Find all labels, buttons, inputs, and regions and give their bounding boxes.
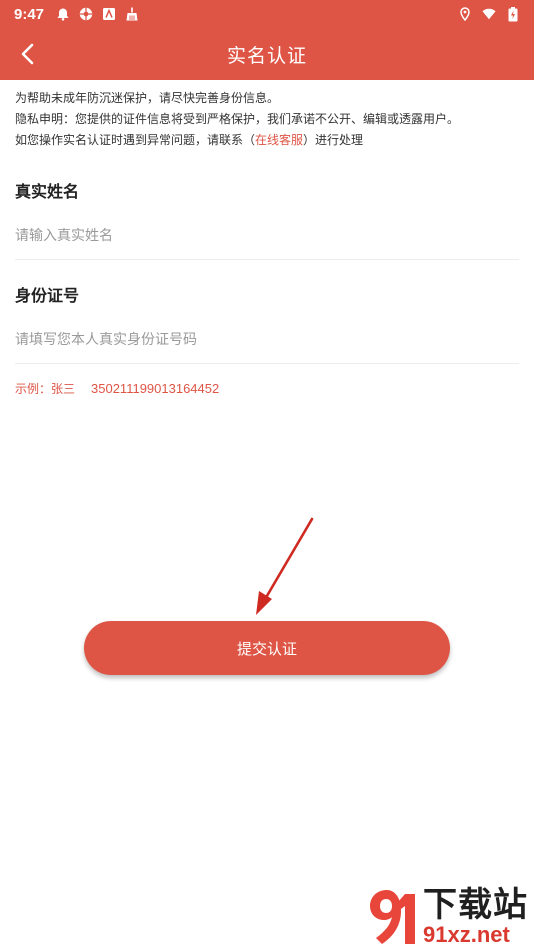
contact-notice-prefix: 如您操作实名认证时遇到异常问题，请联系（ bbox=[15, 133, 256, 147]
notification-bell-icon bbox=[56, 7, 70, 21]
photo-app-icon bbox=[102, 7, 116, 21]
red-arrow-pointer-icon bbox=[256, 517, 314, 615]
91-logo-icon bbox=[370, 890, 415, 944]
real-name-auth-screen: 9:47 实名认证 为帮助未成年防沉迷保护，请尽快完善身份信息。 隐私申明：您提… bbox=[0, 0, 534, 952]
status-right-icons bbox=[458, 6, 520, 21]
id-number-label: 身份证号 bbox=[15, 286, 80, 305]
submit-button[interactable]: 提交认证 bbox=[84, 621, 450, 675]
watermark: 下载站 91xz.net bbox=[367, 886, 528, 948]
page-title: 实名认证 bbox=[226, 44, 307, 67]
id-field-group: 身份证号 bbox=[15, 282, 519, 355]
watermark-url: 91xz.net bbox=[423, 922, 510, 947]
watermark-text: 下载站 91xz.net bbox=[423, 887, 528, 947]
contact-notice-suffix: ）进行处理 bbox=[303, 133, 364, 147]
notice-line: 为帮助未成年防沉迷保护，请尽快完善身份信息。 bbox=[15, 91, 280, 105]
contact-notice: 如您操作实名认证时遇到异常问题，请联系（在线客服）进行处理 bbox=[15, 130, 525, 151]
chevron-left-icon bbox=[21, 43, 34, 65]
name-input[interactable] bbox=[15, 221, 519, 251]
status-time: 9:47 bbox=[14, 5, 45, 23]
example-id-number: 350211199013164452 bbox=[91, 381, 220, 396]
divider bbox=[15, 363, 519, 364]
aperture-icon bbox=[79, 7, 93, 21]
name-field-group: 真实姓名 bbox=[15, 178, 519, 251]
example-prefix: 示例：张三 bbox=[15, 382, 76, 396]
wifi-icon bbox=[482, 7, 496, 21]
battery-icon bbox=[506, 6, 520, 21]
status-bar: 9:47 bbox=[0, 0, 534, 28]
nav-bar: 实名认证 bbox=[0, 28, 534, 80]
watermark-brand: 下载站 bbox=[423, 885, 528, 925]
cleaner-broom-icon bbox=[125, 7, 139, 21]
id-number-input[interactable] bbox=[15, 325, 519, 355]
online-support-link[interactable]: 在线客服 bbox=[255, 133, 303, 147]
status-left-icons bbox=[56, 7, 139, 21]
notice-text: 为帮助未成年防沉迷保护，请尽快完善身份信息。 隐私申明：您提供的证件信息将受到严… bbox=[15, 88, 525, 151]
location-pin-icon bbox=[458, 7, 472, 21]
divider bbox=[15, 259, 519, 260]
name-label: 真实姓名 bbox=[15, 182, 80, 201]
privacy-statement: 隐私申明：您提供的证件信息将受到严格保护，我们承诺不公开、编辑或透露用户。 bbox=[15, 112, 460, 126]
back-button[interactable] bbox=[10, 36, 46, 72]
example-text: 示例：张三 350211199013164452 bbox=[15, 380, 219, 397]
